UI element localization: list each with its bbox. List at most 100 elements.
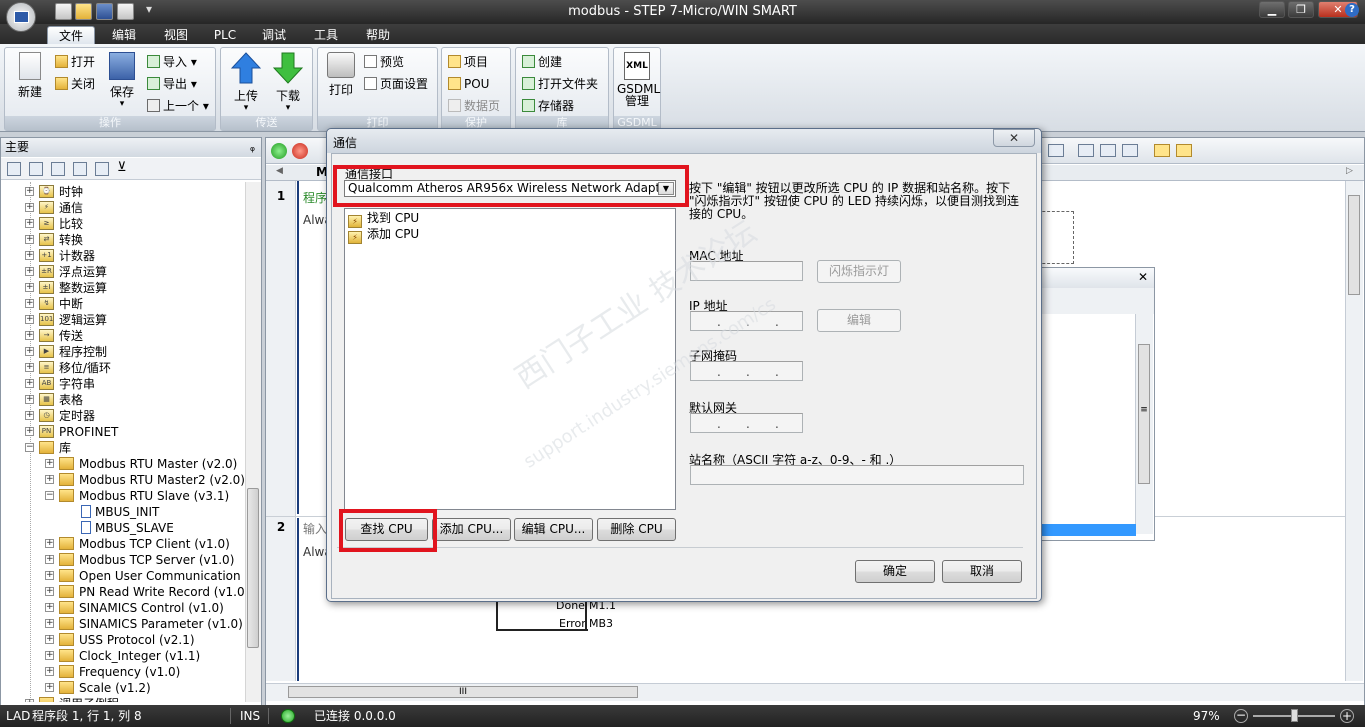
- print-icon[interactable]: [117, 3, 134, 20]
- protect-pou-button[interactable]: POU: [448, 75, 489, 93]
- zoom-in-icon[interactable]: +: [1340, 709, 1354, 723]
- expand-icon[interactable]: +: [25, 299, 34, 308]
- view-icon[interactable]: [7, 162, 21, 176]
- page-setup-button[interactable]: 页面设置: [364, 75, 428, 93]
- tree-item[interactable]: + ↯ 中断: [1, 296, 245, 312]
- expand-icon[interactable]: +: [25, 267, 34, 276]
- lamp-icon[interactable]: ⊻: [117, 161, 131, 176]
- expand-icon[interactable]: +: [45, 603, 54, 612]
- table-icon[interactable]: [73, 162, 87, 176]
- new-file-icon[interactable]: [55, 3, 72, 20]
- tree-item[interactable]: + Modbus TCP Server (v1.0): [1, 552, 245, 568]
- expand-icon[interactable]: +: [25, 203, 34, 212]
- tree-item[interactable]: + ▶ 程序控制: [1, 344, 245, 360]
- gsdml-manage-button[interactable]: XML GSDML 管理: [617, 52, 660, 107]
- expand-icon[interactable]: +: [25, 219, 34, 228]
- expand-icon[interactable]: +: [25, 347, 34, 356]
- tab-edit[interactable]: 编辑: [103, 26, 145, 44]
- minimize-button[interactable]: ▁: [1259, 1, 1285, 18]
- tree-item[interactable]: − Modbus RTU Slave (v3.1): [1, 488, 245, 504]
- quick-access-dropdown-icon[interactable]: ▾: [146, 2, 152, 16]
- tree-item[interactable]: + ⇄ 转换: [1, 232, 245, 248]
- save-button[interactable]: 保存 ▾: [105, 52, 139, 109]
- toolbar-tool-icon[interactable]: [1100, 144, 1116, 157]
- tree-item[interactable]: + ⌚ 时钟: [1, 184, 245, 200]
- app-logo-icon[interactable]: [6, 2, 36, 32]
- upload-button[interactable]: 上传 ▾: [227, 52, 265, 113]
- tree-item[interactable]: MBUS_INIT: [1, 504, 245, 520]
- tree-item[interactable]: + Clock_Integer (v1.1): [1, 648, 245, 664]
- add-cpu-button[interactable]: 添加 CPU...: [432, 518, 511, 541]
- run-icon[interactable]: [271, 143, 287, 159]
- expand-icon[interactable]: +: [45, 475, 54, 484]
- expand-icon[interactable]: +: [45, 667, 54, 676]
- find-cpu-button[interactable]: 查找 CPU: [345, 518, 428, 541]
- help-icon[interactable]: ?: [1345, 3, 1359, 17]
- tree-item[interactable]: + ◷ 定时器: [1, 408, 245, 424]
- editor-vertical-scrollbar[interactable]: [1345, 181, 1363, 681]
- zoom-out-icon[interactable]: −: [1234, 709, 1248, 723]
- panel-scroll-thumb[interactable]: ≡: [1138, 344, 1150, 484]
- tree-item[interactable]: + AB 字符串: [1, 376, 245, 392]
- expand-icon[interactable]: +: [45, 555, 54, 564]
- create-library-button[interactable]: 创建: [522, 53, 562, 71]
- tree-item[interactable]: + ⚡ 通信: [1, 200, 245, 216]
- editor-horizontal-scrollbar[interactable]: III: [266, 683, 1364, 701]
- expand-icon[interactable]: +: [25, 379, 34, 388]
- tab-tools[interactable]: 工具: [305, 26, 347, 44]
- tree-item[interactable]: + → 传送: [1, 328, 245, 344]
- chevron-down-icon[interactable]: ▼: [658, 182, 674, 195]
- open-folder-icon[interactable]: [75, 3, 92, 20]
- bookmark-icon[interactable]: [1176, 144, 1192, 157]
- key-icon[interactable]: [1154, 144, 1170, 157]
- tree-item[interactable]: + SINAMICS Control (v1.0): [1, 600, 245, 616]
- expand-icon[interactable]: +: [25, 411, 34, 420]
- tree-item[interactable]: + Modbus RTU Master2 (v2.0): [1, 472, 245, 488]
- open-library-folder-button[interactable]: 打开文件夹: [522, 75, 598, 93]
- tree-scroll-thumb[interactable]: [247, 488, 259, 648]
- zoom-slider-handle[interactable]: [1291, 709, 1298, 722]
- tree-item[interactable]: + SINAMICS Parameter (v1.0): [1, 616, 245, 632]
- tree-item[interactable]: + USS Protocol (v2.1): [1, 632, 245, 648]
- expand-icon[interactable]: +: [25, 363, 34, 372]
- interface-select[interactable]: Qualcomm Atheros AR956x Wireless Network…: [344, 180, 676, 197]
- tree-item[interactable]: +101 逻辑运算: [1, 312, 245, 328]
- preview-button[interactable]: 预览: [364, 53, 404, 71]
- expand-icon[interactable]: +: [45, 619, 54, 628]
- expand-icon[interactable]: +: [45, 587, 54, 596]
- expand-icon[interactable]: +: [45, 651, 54, 660]
- expand-icon[interactable]: +: [45, 683, 54, 692]
- expand-icon[interactable]: +: [45, 635, 54, 644]
- new-button[interactable]: 新建: [13, 52, 47, 100]
- editor-scroll-thumb[interactable]: [1348, 195, 1360, 295]
- tree-item[interactable]: − 库: [1, 440, 245, 456]
- editor-hscroll-thumb[interactable]: III: [288, 686, 638, 698]
- maximize-button[interactable]: ❐: [1288, 1, 1314, 18]
- export-button[interactable]: 导出 ▾: [147, 75, 197, 93]
- toolbar-tool-icon[interactable]: [1122, 144, 1138, 157]
- tab-help[interactable]: 帮助: [357, 26, 399, 44]
- collapse-icon[interactable]: −: [45, 491, 54, 500]
- panel-scrollbar[interactable]: ≡: [1135, 314, 1153, 534]
- protect-datapage-button[interactable]: 数据页: [448, 97, 500, 115]
- expand-icon[interactable]: +: [25, 427, 34, 436]
- expand-icon[interactable]: +: [45, 539, 54, 548]
- ok-button[interactable]: 确定: [855, 560, 935, 583]
- expand-icon[interactable]: +: [25, 395, 34, 404]
- close-project-button[interactable]: 关闭: [55, 75, 95, 93]
- pin-icon[interactable]: ᵩ: [250, 138, 255, 157]
- import-button[interactable]: 导入 ▾: [147, 53, 197, 71]
- document-icon[interactable]: [51, 162, 65, 176]
- tree-item[interactable]: + ≥ 比较: [1, 216, 245, 232]
- tree-item[interactable]: + Modbus TCP Client (v1.0): [1, 536, 245, 552]
- tree-item[interactable]: + ±R 浮点运算: [1, 264, 245, 280]
- delete-cpu-button[interactable]: 删除 CPU: [597, 518, 676, 541]
- tab-scroll-right-icon[interactable]: ▷: [1346, 166, 1353, 176]
- cpu-list[interactable]: ⚡ 找到 CPU ⚡ 添加 CPU: [344, 208, 676, 510]
- list-icon[interactable]: [95, 162, 109, 176]
- tab-debug[interactable]: 调试: [253, 26, 295, 44]
- grid-icon[interactable]: [29, 162, 43, 176]
- tree-item[interactable]: MBUS_SLAVE: [1, 520, 245, 536]
- toolbar-tool-icon[interactable]: [1078, 144, 1094, 157]
- tab-file[interactable]: 文件: [47, 26, 95, 44]
